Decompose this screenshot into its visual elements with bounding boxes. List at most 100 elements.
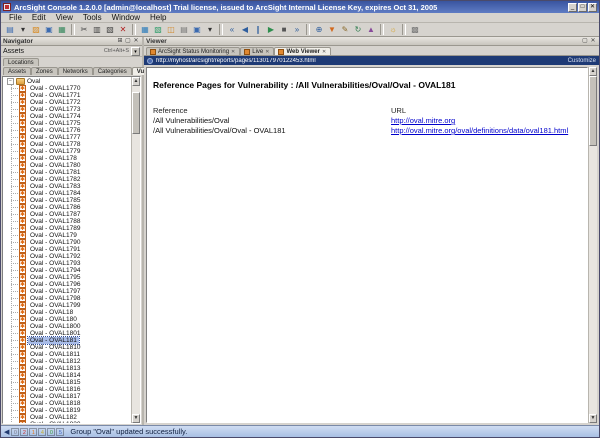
tree-item[interactable]: ✱ Oval - OVAL1816 [3, 386, 131, 393]
grid-view-icon[interactable]: ▦ [139, 24, 151, 36]
pause-icon[interactable]: ∥ [252, 24, 264, 36]
notes-view-icon[interactable]: ▤ [178, 24, 190, 36]
scroll-down-icon[interactable]: ▼ [132, 414, 140, 423]
reference-url-link[interactable]: http://oval.mitre.org/oval/definitions/d… [391, 126, 568, 136]
navigator-tab[interactable]: Categories [93, 67, 132, 75]
save-icon[interactable]: ▣ [43, 24, 55, 36]
collapse-handle-icon[interactable]: − [7, 78, 14, 85]
scrollbar-thumb[interactable] [132, 92, 140, 134]
tree-item[interactable]: ✱ Oval - OVAL1813 [3, 365, 131, 372]
help-lightbulb-icon[interactable]: ☼ [387, 24, 399, 36]
menu-item[interactable]: Help [145, 13, 171, 22]
dashboard-view-icon[interactable]: ◫ [165, 24, 177, 36]
navigator-tab-locations[interactable]: Locations [3, 58, 39, 66]
tree-item[interactable]: ✱ Oval - OVAL1773 [3, 106, 131, 113]
tree-item[interactable]: ✱ Oval - OVAL1792 [3, 253, 131, 260]
tree-item[interactable]: ✱ Oval - OVAL1775 [3, 120, 131, 127]
menu-item[interactable]: Edit [27, 13, 51, 22]
reference-url-link[interactable]: http://oval.mitre.org [391, 116, 455, 126]
tab-close-icon[interactable]: ✕ [231, 49, 235, 55]
tree-item[interactable]: ✱ Oval - OVAL1800 [3, 323, 131, 330]
navigator-tab[interactable]: Assets [3, 67, 31, 75]
delete-icon[interactable]: ✕ [117, 24, 129, 36]
tree-item[interactable]: ✱ Oval - OVAL1810 [3, 344, 131, 351]
stop-icon[interactable]: ■ [278, 24, 290, 36]
toolbar-button[interactable] [132, 24, 136, 35]
tree-item[interactable]: ✱ Oval - OVAL18 [3, 309, 131, 316]
navigator-tab[interactable]: Networks [58, 67, 93, 75]
tree-item[interactable]: ✱ Oval - OVAL1811 [3, 351, 131, 358]
tree-item[interactable]: ✱ Oval - OVAL1779 [3, 148, 131, 155]
tree-item[interactable]: ✱ Oval - OVAL182 [3, 414, 131, 421]
viewer-tab[interactable]: Live ✕ [240, 47, 274, 55]
toolbar-button[interactable] [380, 24, 384, 35]
tree-root-oval[interactable]: − Oval [3, 78, 131, 85]
step-forward-icon[interactable]: » [291, 24, 303, 36]
tree-item[interactable]: ✱ Oval - OVAL1774 [3, 113, 131, 120]
navigator-tab[interactable]: Zones [31, 67, 58, 75]
viewer-scrollbar-thumb[interactable] [589, 76, 597, 146]
viewer-scroll-up-icon[interactable]: ▲ [589, 67, 597, 76]
tree-item[interactable]: ✱ Oval - OVAL1791 [3, 246, 131, 253]
tree-item[interactable]: ✱ Oval - OVAL1794 [3, 267, 131, 274]
tree-item[interactable]: ✱ Oval - OVAL1772 [3, 99, 131, 106]
tab-close-icon[interactable]: ✕ [265, 49, 269, 55]
export-icon[interactable]: ▲ [365, 24, 377, 36]
tree-item[interactable]: ✱ Oval - OVAL180 [3, 316, 131, 323]
menu-item[interactable]: Window [107, 13, 145, 22]
menu-item[interactable]: File [4, 13, 27, 22]
tree-item[interactable]: ✱ Oval - OVAL1787 [3, 211, 131, 218]
tab-close-icon[interactable]: ✕ [322, 49, 326, 55]
zoom-in-icon[interactable]: ⊕ [313, 24, 325, 36]
tree-item[interactable]: ✱ Oval - OVAL1788 [3, 218, 131, 225]
dock-icon[interactable]: ⊞ [116, 38, 124, 45]
tree-item[interactable]: ✱ Oval - OVAL1793 [3, 260, 131, 267]
tree-item[interactable]: ✱ Oval - OVAL1799 [3, 302, 131, 309]
cut-icon[interactable]: ✂ [78, 24, 90, 36]
status-collapse-icon[interactable]: ◀ [4, 428, 9, 436]
viewer-close-icon[interactable]: ✕ [589, 38, 597, 45]
chart-view-icon[interactable]: ▧ [152, 24, 164, 36]
tree-item[interactable]: ✱ Oval - OVAL1780 [3, 162, 131, 169]
scroll-up-icon[interactable]: ▲ [132, 77, 140, 86]
tree-item[interactable]: ✱ Oval - OVAL1789 [3, 225, 131, 232]
tree-item[interactable]: ✱ Oval - OVAL1820 [3, 421, 131, 423]
tree-item[interactable]: ✱ Oval - OVAL1786 [3, 204, 131, 211]
menu-item[interactable]: Tools [78, 13, 107, 22]
viewer-scrollbar-track[interactable] [589, 76, 597, 414]
tree-item[interactable]: ✱ Oval - OVAL1817 [3, 393, 131, 400]
tree-item[interactable]: ✱ Oval - OVAL1790 [3, 239, 131, 246]
tree-item[interactable]: ✱ Oval - OVAL1777 [3, 134, 131, 141]
web-view-icon[interactable]: ▣ [191, 24, 203, 36]
toolbar-button[interactable] [219, 24, 223, 35]
tree-item[interactable]: ✱ Oval - OVAL181 [3, 337, 131, 344]
resource-selector-dropdown-icon[interactable]: ▾ [131, 47, 140, 56]
close-button[interactable]: ✕ [588, 3, 597, 12]
tree-item[interactable]: ✱ Oval - OVAL1796 [3, 281, 131, 288]
tree-item[interactable]: ✱ Oval - OVAL1781 [3, 169, 131, 176]
menu-item[interactable]: View [51, 13, 78, 22]
new-dropdown-icon[interactable]: ▾ [17, 24, 29, 36]
annotate-icon[interactable]: ✎ [339, 24, 351, 36]
float-icon[interactable]: ▢ [124, 38, 132, 45]
copy-icon[interactable]: ▥ [91, 24, 103, 36]
tree-item[interactable]: ✱ Oval - OVAL1812 [3, 358, 131, 365]
filter-icon[interactable]: ▼ [326, 24, 338, 36]
tree-item[interactable]: ✱ Oval - OVAL1818 [3, 400, 131, 407]
toolbar-button[interactable] [71, 24, 75, 35]
tree-item[interactable]: ✱ Oval - OVAL1776 [3, 127, 131, 134]
manage-resources-icon[interactable]: ▦ [56, 24, 68, 36]
tree-item[interactable]: ✱ Oval - OVAL178 [3, 155, 131, 162]
tree-item[interactable]: ✱ Oval - OVAL179 [3, 232, 131, 239]
viewer-tab[interactable]: ArcSight Status Monitoring ✕ [146, 47, 240, 55]
tree-item[interactable]: ✱ Oval - OVAL1814 [3, 372, 131, 379]
paste-icon[interactable]: ▧ [104, 24, 116, 36]
tree-item[interactable]: ✱ Oval - OVAL1782 [3, 176, 131, 183]
tree-item[interactable]: ✱ Oval - OVAL1778 [3, 141, 131, 148]
tree-item[interactable]: ✱ Oval - OVAL1785 [3, 197, 131, 204]
panel-close-icon[interactable]: ✕ [132, 38, 140, 45]
minimize-button[interactable]: _ [568, 3, 577, 12]
new-resource-icon[interactable]: ▤ [4, 24, 16, 36]
step-back-icon[interactable]: ◀ [239, 24, 251, 36]
tree-item[interactable]: ✱ Oval - OVAL1784 [3, 190, 131, 197]
